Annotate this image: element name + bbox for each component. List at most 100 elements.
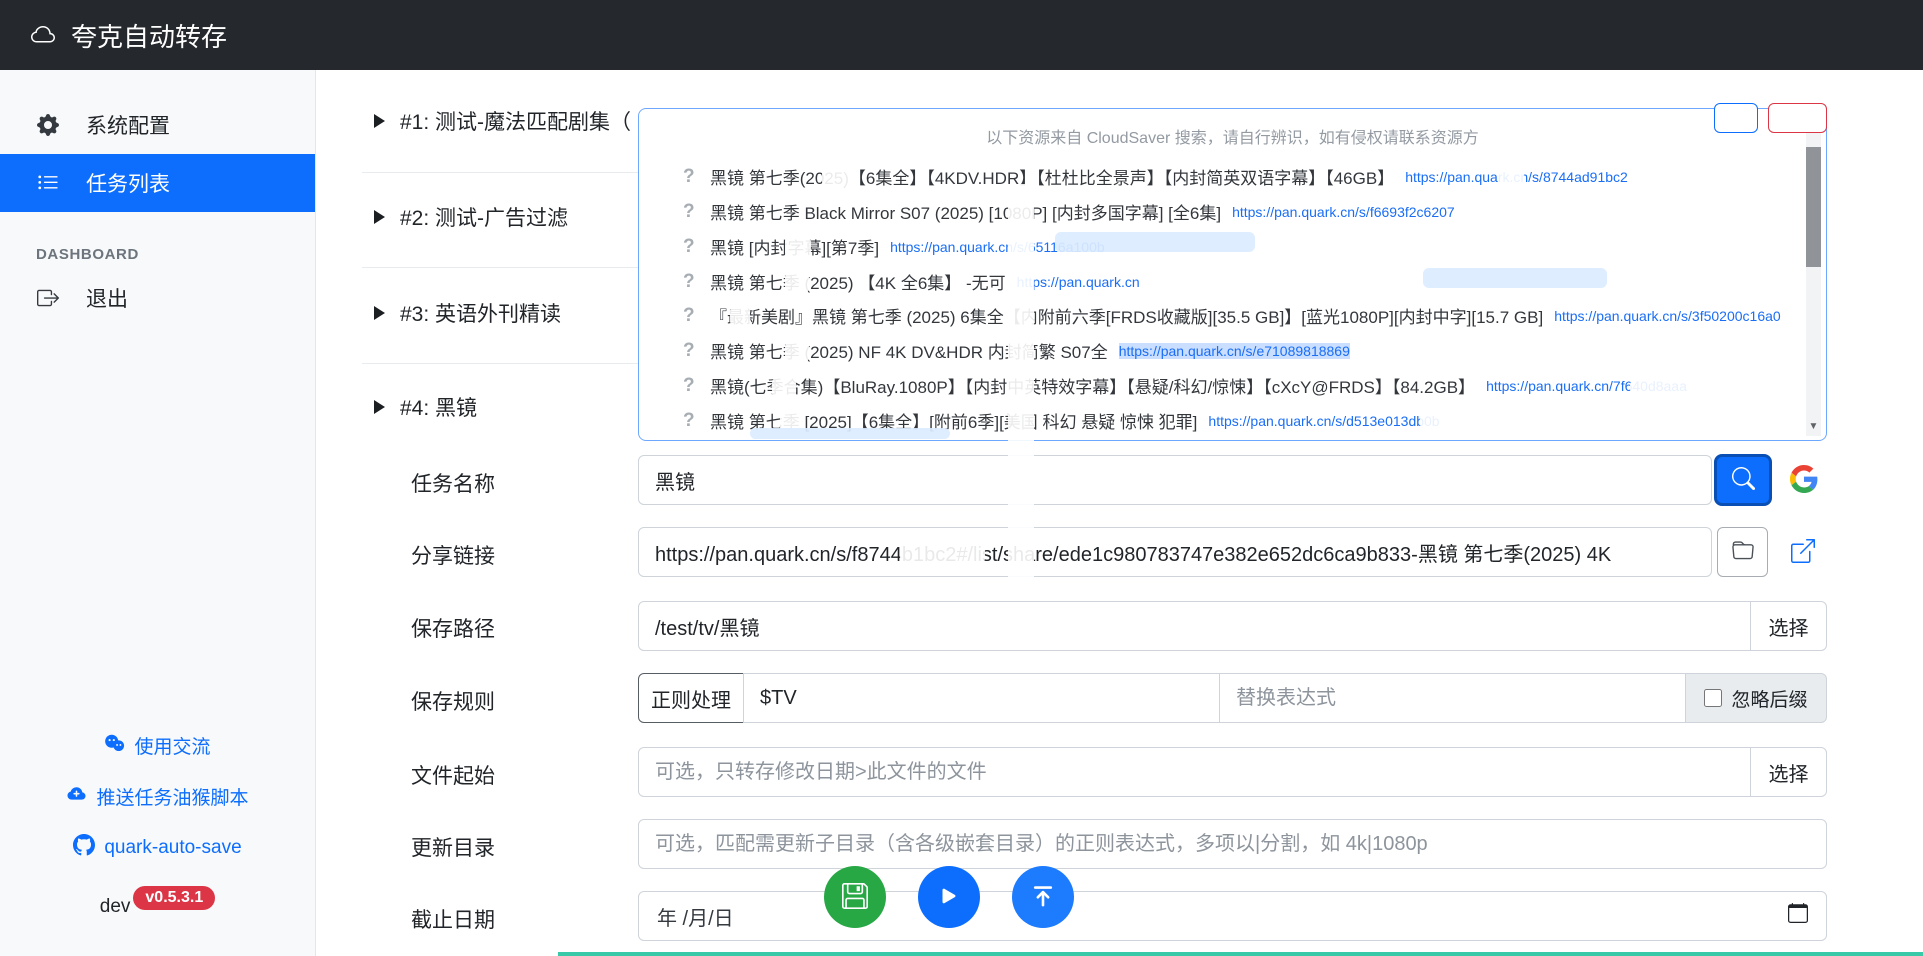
redaction-blur <box>1423 268 1607 288</box>
sidebar-item-system-config[interactable]: 系统配置 <box>0 96 315 154</box>
field-label-end-date: 截止日期 <box>411 904 495 934</box>
result-title: 黑镜(七季合集)【BluRay.1080P】【内封中英特效字幕】【悬疑/科幻/惊… <box>710 373 1475 398</box>
regex-replace-input[interactable] <box>1219 673 1686 723</box>
result-title: 『最新美剧』黑镜 第七季 (2025) 6集全【内附前六季[FRDS收藏版][3… <box>710 303 1543 328</box>
play-icon <box>936 883 962 912</box>
gear-icon <box>36 113 60 137</box>
result-link[interactable]: https://pan.quark.cn <box>1017 274 1140 290</box>
outline-button-blue[interactable] <box>1714 103 1758 133</box>
search-result-row[interactable]: ? 黑镜 第七季 (2025) 【4K 全6集】 -无可 https://pan… <box>683 264 1793 299</box>
redaction-blur <box>1055 232 1255 252</box>
sidebar-menu: 系统配置 任务列表 <box>0 96 315 212</box>
result-link[interactable]: https://pan.quark.cn/s/f6693f2c6207 <box>1232 204 1455 220</box>
redaction-blur <box>1630 379 1720 395</box>
link-chat-group[interactable]: 使用交流 <box>104 732 210 759</box>
redaction-blur <box>822 166 848 188</box>
file-start-choose-button[interactable]: 选择 <box>1750 747 1827 797</box>
sidebar-footer: 使用交流 推送任务油猴脚本 quark-auto-save devv0.5.3.… <box>0 732 315 920</box>
wechat-icon <box>104 734 125 758</box>
outline-button-red[interactable] <box>1768 103 1827 133</box>
result-link[interactable]: https://pan.quark.cn/s/e71089818869 <box>1119 343 1350 359</box>
scroll-to-top-button[interactable] <box>1012 866 1074 928</box>
open-external-button[interactable] <box>1778 527 1827 577</box>
list-icon <box>36 171 60 195</box>
save-path-input[interactable] <box>638 601 1751 651</box>
task-row-4[interactable]: #4: 黑镜 <box>374 392 477 422</box>
search-result-row[interactable]: ? 黑镜(七季合集)【BluRay.1080P】【内封中英特效字幕】【悬疑/科幻… <box>683 368 1793 403</box>
folder-button[interactable] <box>1717 527 1768 577</box>
run-task-button[interactable] <box>918 866 980 928</box>
dropdown-scrollbar-thumb[interactable] <box>1806 147 1821 267</box>
link-push-userscript[interactable]: 推送任务油猴脚本 <box>66 783 248 810</box>
redaction-blur <box>772 377 796 399</box>
search-icon <box>1732 467 1755 493</box>
result-title: 黑镜 第七季 (2025) NF 4K DV&HDR 内封简繁 S07全 <box>710 338 1108 363</box>
version-line: devv0.5.3.1 <box>100 886 215 920</box>
link-label: 推送任务油猴脚本 <box>96 783 248 810</box>
question-icon: ? <box>683 305 699 327</box>
search-result-row[interactable]: ? 黑镜 第七季 (2025) NF 4K DV&HDR 内封简繁 S07全 h… <box>683 333 1793 368</box>
sidebar: 系统配置 任务列表 DASHBOARD 退出 使用交流 <box>0 70 316 956</box>
sidebar-item-label: 任务列表 <box>86 168 170 198</box>
result-title: 黑镜 第七季 (2025) 【4K 全6集】 -无可 <box>710 269 1006 294</box>
question-icon: ? <box>683 201 699 223</box>
end-date-input[interactable]: 年 /月/日 <box>638 891 1827 941</box>
app-brand: 夸克自动转存 <box>28 17 227 54</box>
search-button[interactable] <box>1714 454 1772 506</box>
question-icon: ? <box>683 236 699 258</box>
topbar: 夸克自动转存 <box>0 0 1923 70</box>
result-link[interactable]: https://pan.quark.cn/s/3f50200c16a0 <box>1554 308 1781 324</box>
task-label: #2: 测试-广告过滤 <box>400 202 568 232</box>
google-search-button[interactable] <box>1780 455 1827 505</box>
file-start-input[interactable] <box>638 747 1751 797</box>
field-label-save-rule: 保存规则 <box>411 686 495 716</box>
calendar-icon[interactable] <box>1788 903 1808 929</box>
quark-auto-save-app: 夸克自动转存 系统配置 任务列表 DASHBOARD 退出 <box>0 0 1923 956</box>
scroll-down-icon[interactable]: ▼ <box>1806 419 1821 435</box>
share-link-input[interactable] <box>638 527 1712 577</box>
redaction-blur <box>1498 170 1524 186</box>
ignore-extension-checkbox[interactable] <box>1704 689 1722 707</box>
sidebar-item-label: 退出 <box>86 283 128 313</box>
sidebar-section-label: DASHBOARD <box>36 246 315 263</box>
version-prefix: dev <box>100 896 131 917</box>
save-path-choose-button[interactable]: 选择 <box>1750 601 1827 651</box>
bottom-accent-strip <box>558 952 1923 956</box>
search-result-row[interactable]: ? 黑镜 第七季(2025)【6集全】【4KDV.HDR】【杜杜比全景声】【内封… <box>683 159 1793 194</box>
google-icon <box>1790 465 1818 496</box>
link-label: quark-auto-save <box>104 837 241 859</box>
redaction-blur <box>730 305 750 327</box>
redaction-blur <box>785 236 811 258</box>
redaction-blur <box>750 428 950 439</box>
floppy-save-icon <box>842 883 868 912</box>
redaction-blur <box>1008 184 1034 584</box>
result-link[interactable]: https://pan.quark.cn/s/d513e013db0b <box>1208 413 1439 429</box>
ignore-extension-label: 忽略后缀 <box>1731 685 1807 712</box>
link-label: 使用交流 <box>134 732 210 759</box>
save-task-button[interactable] <box>824 866 886 928</box>
arrow-to-top-icon <box>1030 883 1056 912</box>
regex-pattern-input[interactable] <box>743 673 1220 723</box>
regex-mode-button[interactable]: 正则处理 <box>638 673 744 723</box>
sidebar-item-task-list[interactable]: 任务列表 <box>0 154 315 212</box>
sidebar-item-logout[interactable]: 退出 <box>0 269 315 327</box>
task-name-input[interactable] <box>638 455 1712 505</box>
dropdown-notice: 以下资源来自 CloudSaver 搜索，请自行辨识，如有侵权请联系资源方 <box>639 124 1826 148</box>
task-label: #3: 英语外刊精读 <box>400 298 561 328</box>
link-github-repo[interactable]: quark-auto-save <box>73 834 241 862</box>
task-label: #1: 测试-魔法匹配剧集（ <box>400 106 631 136</box>
task-row-1[interactable]: #1: 测试-魔法匹配剧集（ <box>374 106 631 136</box>
update-dirs-input[interactable] <box>638 819 1827 869</box>
search-result-row[interactable]: ? 黑镜 第七季 Black Mirror S07 (2025) [1080P]… <box>683 194 1793 229</box>
question-icon: ? <box>683 410 699 432</box>
search-result-row[interactable]: ? 『最新美剧』黑镜 第七季 (2025) 6集全【内附前六季[FRDS收藏版]… <box>683 298 1793 333</box>
caret-right-icon <box>374 400 385 414</box>
sidebar-item-label: 系统配置 <box>86 110 170 140</box>
task-row-3[interactable]: #3: 英语外刊精读 <box>374 298 561 328</box>
logout-icon <box>36 286 60 310</box>
question-icon: ? <box>683 375 699 397</box>
caret-right-icon <box>374 210 385 224</box>
task-row-2[interactable]: #2: 测试-广告过滤 <box>374 202 568 232</box>
field-label-task-name: 任务名称 <box>411 468 495 498</box>
redaction-blur <box>1420 414 1480 430</box>
